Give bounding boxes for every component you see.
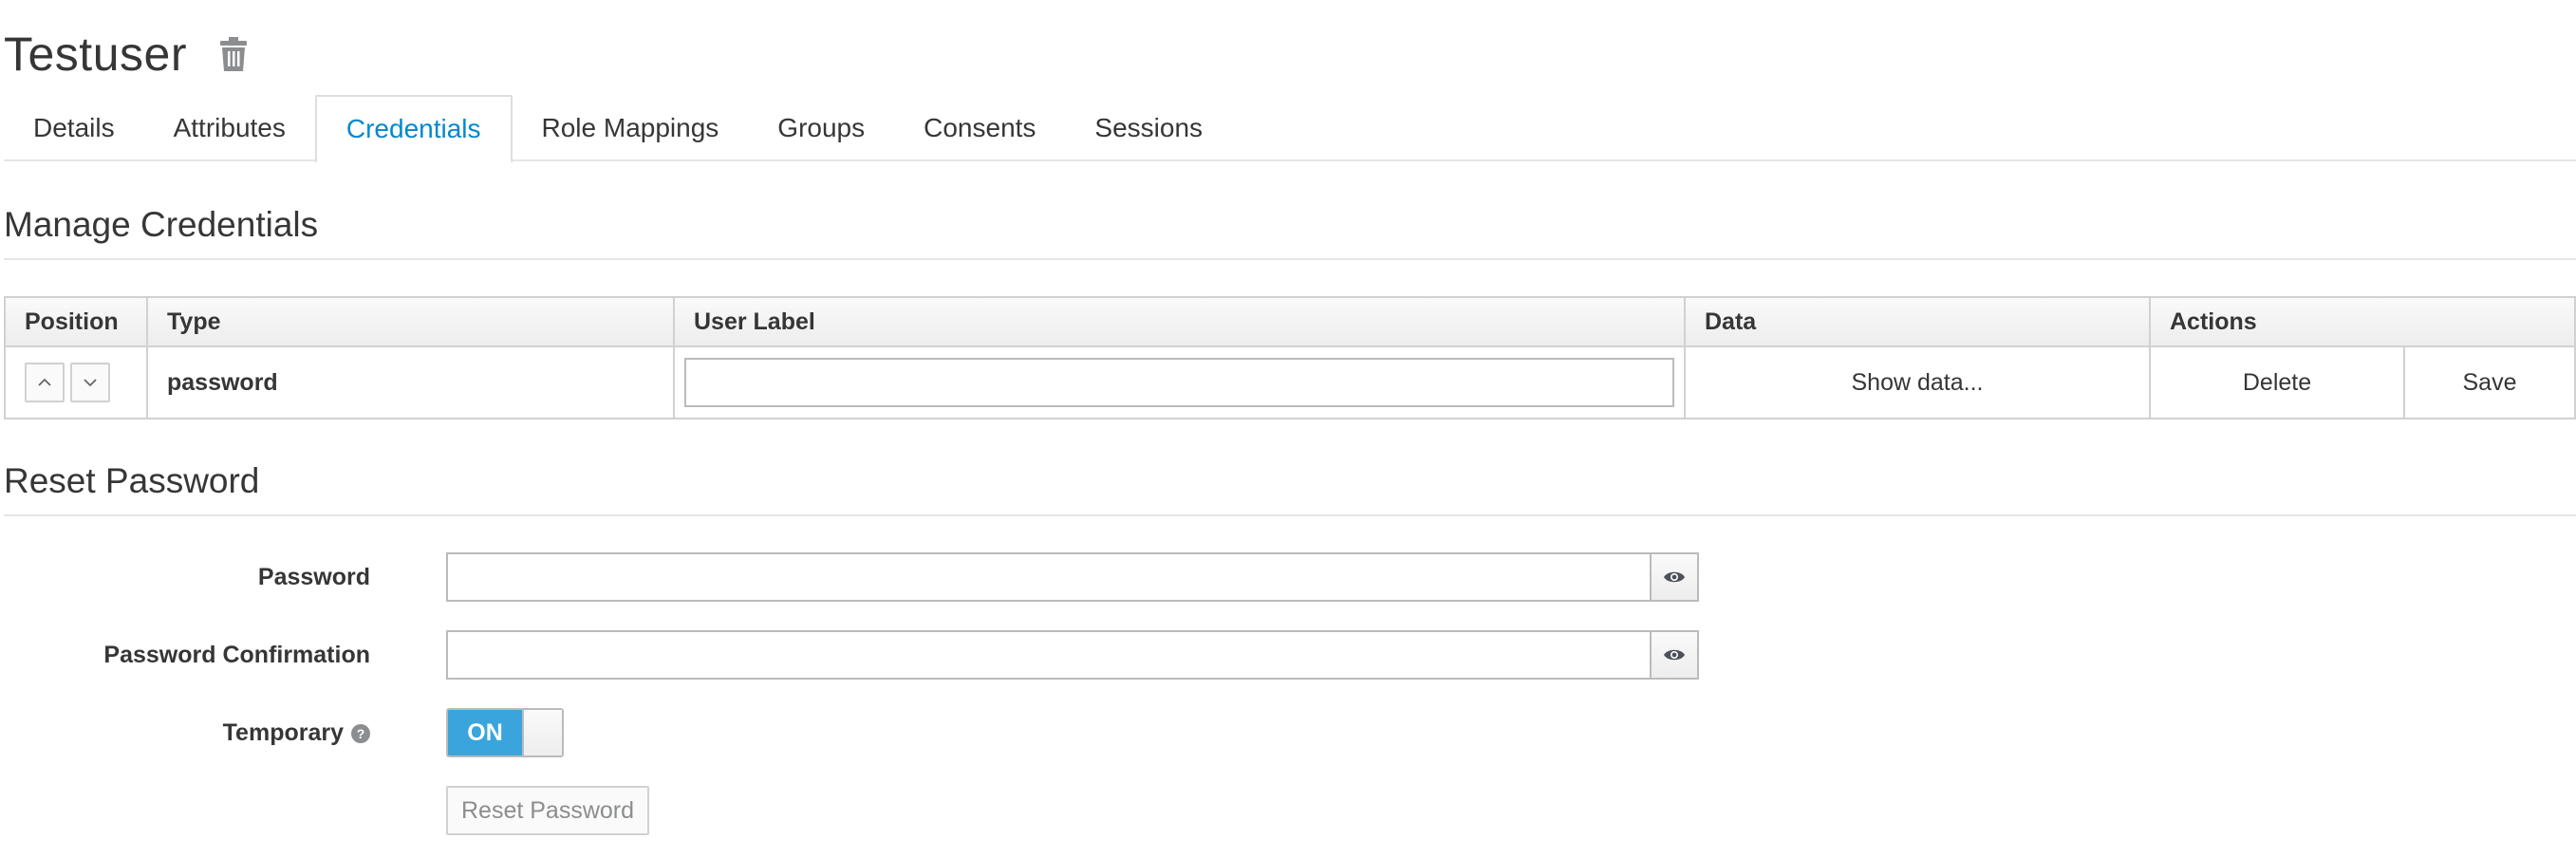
trash-icon[interactable] [217, 35, 250, 73]
credentials-table: Position Type User Label Data Actions pa… [4, 296, 2576, 420]
position-cell [4, 345, 148, 420]
tab-role-mappings[interactable]: Role Mappings [513, 95, 749, 161]
user-label-input[interactable] [684, 358, 1674, 407]
temporary-toggle[interactable]: ON [446, 708, 564, 757]
chevron-up-icon[interactable] [25, 363, 65, 402]
column-header-position: Position [4, 296, 148, 347]
tab-details[interactable]: Details [4, 95, 144, 161]
temporary-label: Temporary [222, 718, 344, 746]
password-input[interactable] [446, 552, 1652, 602]
eye-icon[interactable] [1652, 552, 1699, 602]
reset-password-heading: Reset Password [4, 461, 2576, 516]
password-row: Password [0, 552, 370, 602]
tab-groups[interactable]: Groups [748, 95, 894, 161]
page-title: Testuser [4, 28, 187, 81]
user-credentials-page: Testuser Details Attributes Credentials … [0, 0, 2576, 858]
chevron-down-icon[interactable] [70, 363, 110, 402]
temporary-label-wrap: Temporary? [0, 719, 370, 747]
reset-password-button[interactable]: Reset Password [446, 786, 650, 835]
table-header-row: Position Type User Label Data Actions [4, 296, 2576, 347]
user-tabs: Details Attributes Credentials Role Mapp… [4, 95, 2576, 163]
type-cell: password [146, 345, 675, 420]
question-circle-icon[interactable]: ? [351, 723, 370, 743]
password-confirmation-row: Password Confirmation [0, 630, 370, 680]
page-header: Testuser [4, 21, 250, 87]
eye-icon[interactable] [1652, 630, 1699, 680]
password-confirmation-label: Password Confirmation [103, 641, 370, 668]
temporary-row: Temporary? [0, 708, 370, 757]
tab-sessions[interactable]: Sessions [1065, 95, 1232, 161]
delete-credential-button[interactable]: Delete [2149, 345, 2405, 420]
password-field-group [446, 552, 1699, 602]
tab-consents[interactable]: Consents [894, 95, 1065, 161]
manage-credentials-heading: Manage Credentials [4, 205, 2576, 260]
column-header-user-label: User Label [673, 296, 1686, 347]
tab-credentials[interactable]: Credentials [314, 95, 513, 163]
password-label: Password [257, 563, 370, 590]
tab-attributes[interactable]: Attributes [144, 95, 315, 161]
save-credential-button[interactable]: Save [2403, 345, 2576, 420]
toggle-knob [522, 710, 562, 755]
show-data-button[interactable]: Show data... [1684, 345, 2151, 420]
password-confirmation-input[interactable] [446, 630, 1652, 680]
credential-type: password [167, 368, 278, 396]
column-header-actions: Actions [2149, 296, 2576, 347]
column-header-type: Type [146, 296, 675, 347]
user-label-cell [673, 345, 1686, 420]
table-row: password Show data... Delete Save [4, 345, 2576, 420]
column-header-data: Data [1684, 296, 2151, 347]
password-confirmation-field-group [446, 630, 1699, 680]
toggle-on-label: ON [448, 710, 522, 755]
